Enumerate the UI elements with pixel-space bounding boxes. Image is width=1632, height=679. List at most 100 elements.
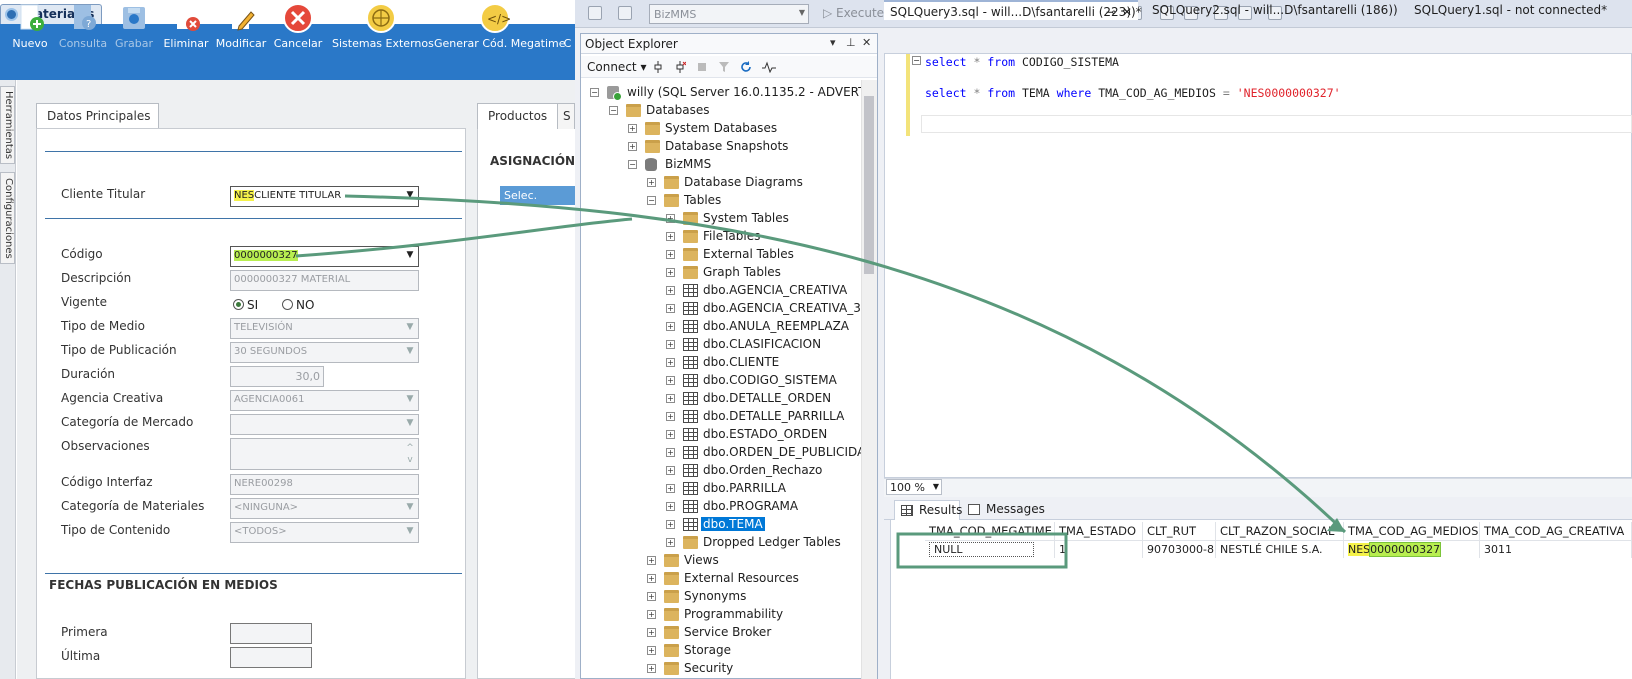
observaciones-textarea[interactable]: ^ v [230, 438, 419, 470]
expand-icon[interactable]: + [647, 628, 656, 637]
tab-messages[interactable]: Messages [962, 500, 1045, 520]
tree-node[interactable]: + dbo.PROGRAMA [666, 498, 861, 516]
tree-node[interactable]: + Service Broker [647, 624, 861, 642]
tab-sqlquery1[interactable]: SQLQuery1.sql - not connected* [1408, 0, 1632, 20]
expand-icon[interactable]: + [666, 214, 675, 223]
tree-node[interactable]: + External Tables [666, 246, 861, 264]
activity-monitor-icon[interactable] [762, 61, 776, 73]
grabar-button[interactable]: Grabar [112, 2, 156, 56]
tree-node[interactable]: + Database Snapshots [628, 138, 861, 156]
sistemas-externos-button[interactable]: Sistemas Externos [332, 2, 434, 56]
duracion-field[interactable]: 30,0 [230, 366, 324, 387]
dropdown-icon[interactable]: ▾ [830, 36, 836, 49]
collapse-icon[interactable]: − [628, 160, 637, 169]
refresh-icon[interactable] [740, 61, 752, 73]
disconnect-icon[interactable] [674, 61, 686, 73]
descripcion-field[interactable]: 0000000327 MATERIAL [230, 270, 419, 291]
grid-cell[interactable]: NES0000000327 [1344, 540, 1480, 558]
eliminar-button[interactable]: Eliminar [162, 2, 210, 56]
cliente-titular-select[interactable]: NESCLIENTE TITULAR ▼ [230, 186, 419, 207]
collapse-icon[interactable]: − [590, 88, 599, 97]
tab-datos-principales[interactable]: Datos Principales [36, 103, 159, 129]
ultima-date-field[interactable] [230, 647, 312, 668]
tree-node[interactable]: + System Databases [628, 120, 861, 138]
cut-off-ribbon-button[interactable]: C [560, 2, 575, 56]
expand-icon[interactable]: + [666, 484, 675, 493]
vigente-no-radio[interactable]: NO [282, 298, 314, 312]
tree-node[interactable]: + dbo.DETALLE_PARRILLA [666, 408, 861, 426]
expand-icon[interactable]: + [666, 340, 675, 349]
tipo-contenido-select[interactable]: <TODOS> ▼ [230, 522, 419, 543]
row-selector[interactable] [890, 540, 898, 558]
expand-icon[interactable]: + [647, 556, 656, 565]
tab-sqlquery2[interactable]: SQLQuery2.sql - will...D\fsantarelli (18… [1146, 0, 1398, 20]
tree-node[interactable]: + dbo.AGENCIA_CREATIVA [666, 282, 861, 300]
collapse-icon[interactable]: − [647, 196, 656, 205]
tree-node[interactable]: − willy (SQL Server 16.0.1135.2 - ADVERTM… [590, 84, 861, 102]
tree-node[interactable]: + dbo.ANULA_REEMPLAZA [666, 318, 861, 336]
tree-node[interactable]: + dbo.CODIGO_SISTEMA [666, 372, 861, 390]
expand-icon[interactable]: + [666, 394, 675, 403]
expand-icon[interactable]: + [666, 538, 675, 547]
expand-icon[interactable]: + [666, 502, 675, 511]
expand-icon[interactable]: + [666, 358, 675, 367]
column-header[interactable]: CLT_RUT [1143, 522, 1216, 540]
expand-icon[interactable]: + [666, 448, 675, 457]
tree-node[interactable]: + dbo.CLIENTE [666, 354, 861, 372]
collapse-region-icon[interactable]: − [912, 56, 921, 65]
tree-node[interactable]: + Dropped Ledger Tables [666, 534, 861, 552]
expand-icon[interactable]: + [666, 376, 675, 385]
tree-node[interactable]: − Databases [609, 102, 861, 120]
tree-node[interactable]: + External Resources [647, 570, 861, 588]
codigo-select[interactable]: 0000000327 ▼ [230, 246, 419, 267]
connect-button[interactable]: Connect ▾ [587, 60, 646, 74]
stop-icon[interactable] [696, 61, 708, 73]
toolbar-icon[interactable] [588, 6, 602, 20]
generar-megatime-button[interactable]: </> Generar Cód. Megatime [434, 2, 566, 56]
nuevo-button[interactable]: Nuevo [8, 2, 52, 56]
expand-icon[interactable]: + [628, 124, 637, 133]
execute-button[interactable]: ▷ Execute [823, 6, 884, 20]
tree-node[interactable]: + dbo.TEMA [666, 516, 861, 534]
vigente-si-radio[interactable]: SI [233, 298, 258, 312]
tree-node[interactable]: − Tables [647, 192, 861, 210]
grid-cell[interactable]: NESTLÉ CHILE S.A. [1216, 540, 1344, 558]
tree-node[interactable]: + Views [647, 552, 861, 570]
tree-node[interactable]: + Graph Tables [666, 264, 861, 282]
codigo-interfaz-field[interactable]: NERE00298 [230, 474, 419, 495]
tab-productos[interactable]: Productos [477, 103, 558, 129]
tree-node[interactable]: + dbo.PARRILLA [666, 480, 861, 498]
tree-node[interactable]: + Storage [647, 642, 861, 660]
selec-column-header[interactable]: Selec. [500, 186, 575, 205]
tree-node[interactable]: + Security [647, 660, 861, 678]
scrollbar-thumb[interactable] [864, 96, 874, 274]
expand-icon[interactable]: + [647, 574, 656, 583]
categoria-materiales-select[interactable]: <NINGUNA> ▼ [230, 498, 419, 519]
tipo-publicacion-select[interactable]: 30 SEGUNDOS ▼ [230, 342, 419, 363]
expand-icon[interactable]: + [666, 466, 675, 475]
zoom-select[interactable]: 100 % ▼ [886, 479, 942, 495]
modificar-button[interactable]: Modificar [214, 2, 268, 56]
expand-icon[interactable]: + [666, 232, 675, 241]
tree-node[interactable]: + dbo.ESTADO_ORDEN [666, 426, 861, 444]
column-header[interactable]: TMA_ESTADO [1055, 522, 1143, 540]
column-header[interactable]: CLT_RAZON_SOCIAL [1216, 522, 1344, 540]
pin-icon[interactable]: ⊸ [1106, 5, 1116, 19]
tree-node[interactable]: + dbo.DETALLE_ORDEN [666, 390, 861, 408]
agencia-creativa-select[interactable]: AGENCIA0061 ▼ [230, 390, 419, 411]
primera-date-field[interactable] [230, 623, 312, 644]
tab-cut-off[interactable]: S [557, 103, 575, 129]
close-icon[interactable]: ✕ [862, 36, 871, 49]
connect-plug-icon[interactable] [652, 61, 664, 73]
tree-node[interactable]: + Synonyms [647, 588, 861, 606]
tree-node[interactable]: + Programmability [647, 606, 861, 624]
column-header[interactable]: TMA_COD_AG_CREATIVA [1480, 522, 1632, 540]
expand-icon[interactable]: + [647, 646, 656, 655]
expand-icon[interactable]: + [647, 664, 656, 673]
expand-icon[interactable]: + [666, 250, 675, 259]
filter-icon[interactable] [718, 61, 730, 73]
grid-cell[interactable]: 1 [1055, 540, 1143, 558]
tree-node[interactable]: + Database Diagrams [647, 174, 861, 192]
grid-cell[interactable]: NULL [925, 540, 1055, 558]
expand-icon[interactable]: + [666, 520, 675, 529]
